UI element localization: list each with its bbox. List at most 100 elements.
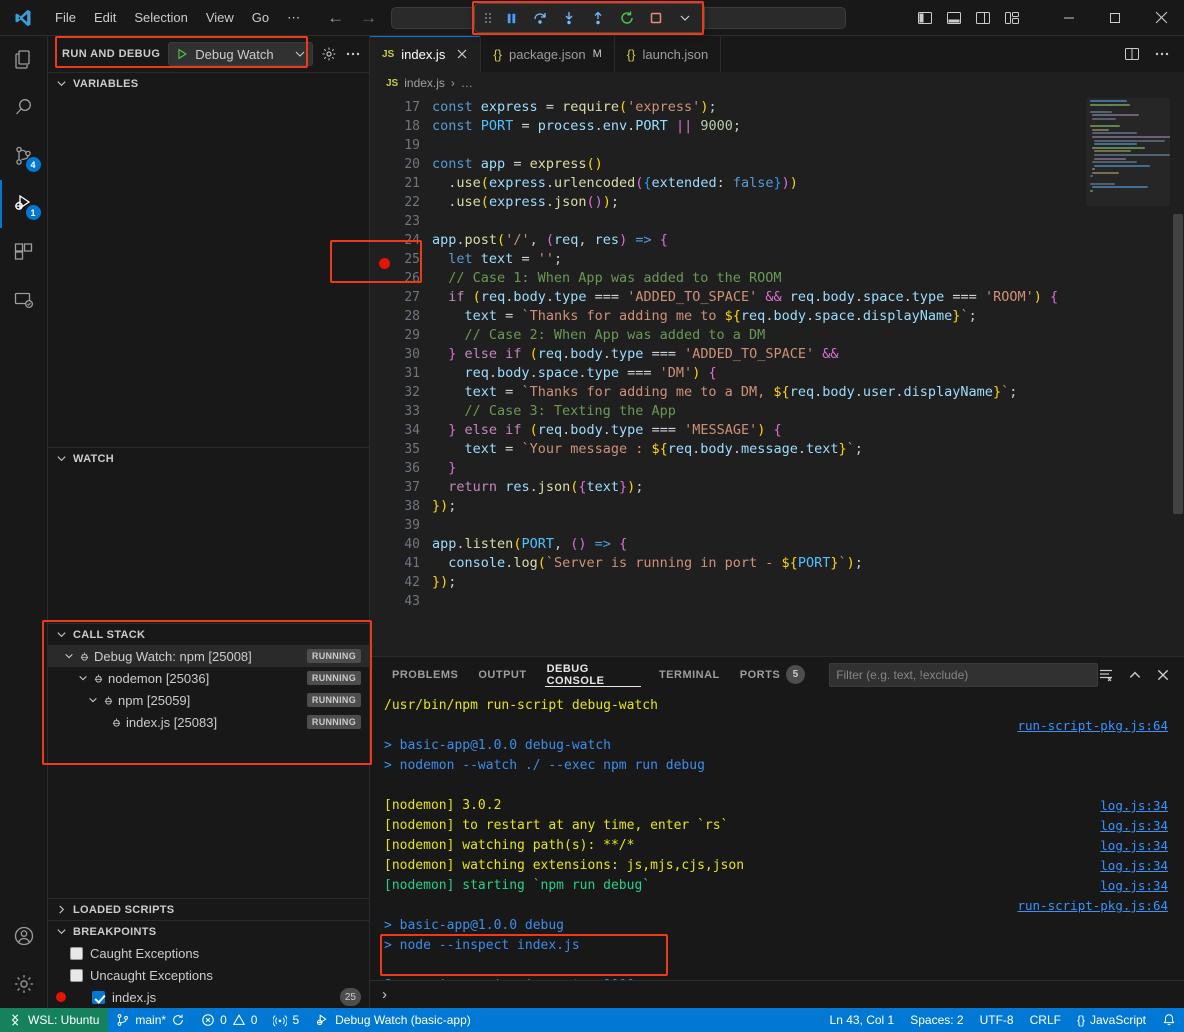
pane-header-callstack[interactable]: CALL STACK [48,623,369,645]
code-line[interactable]: text = `Thanks for adding me to ${req.bo… [432,307,1086,326]
maximize-button[interactable] [1092,0,1138,36]
status-indentation[interactable]: Spaces: 2 [902,1008,971,1032]
close-panel-icon[interactable] [1156,668,1170,682]
scrollbar-thumb[interactable] [1173,214,1183,514]
more-icon[interactable] [345,46,361,62]
source-link[interactable]: run-script-pkg.js:64 [1017,716,1168,736]
code-line[interactable]: let text = ''; [432,250,1086,269]
activity-accounts[interactable] [0,912,48,960]
line-number[interactable]: 40 [370,535,420,554]
source-link[interactable]: log.js:34 [1100,876,1168,896]
chevron-down-icon[interactable] [672,6,698,30]
code-line[interactable]: }); [432,497,1086,516]
clear-console-icon[interactable] [1098,667,1114,683]
code-line[interactable]: .use(express.json()); [432,193,1086,212]
activity-extensions[interactable] [0,228,48,276]
collapse-panel-icon[interactable] [1128,668,1142,682]
line-number[interactable]: 30 [370,345,420,364]
code-line[interactable] [432,516,1086,535]
line-number[interactable]: 39 [370,516,420,535]
code-line[interactable]: } else if (req.body.type === 'MESSAGE') … [432,421,1086,440]
code-line[interactable]: return res.json({text}); [432,478,1086,497]
line-number[interactable]: 36 [370,459,420,478]
code-line[interactable] [432,212,1086,231]
line-number[interactable]: 24 [370,231,420,250]
code-line[interactable]: } [432,459,1086,478]
tab-launch-json[interactable]: {} launch.json [615,36,721,72]
code-line[interactable]: }); [432,573,1086,592]
tab-index-js[interactable]: JS index.js [370,36,481,72]
tab-debug-console[interactable]: DEBUG CONSOLE [537,657,649,692]
breakpoint-row[interactable]: Uncaught Exceptions [48,964,369,986]
line-number-gutter[interactable]: 1718192021222324252627282930313233343536… [370,98,432,656]
status-branch[interactable]: main* [108,1008,193,1032]
line-number[interactable]: 37 [370,478,420,497]
code-line[interactable]: app.post('/', (req, res) => { [432,231,1086,250]
line-number[interactable]: 41 [370,554,420,573]
line-number[interactable]: 18 [370,117,420,136]
close-icon[interactable] [456,48,468,60]
line-number[interactable]: 28 [370,307,420,326]
menu-selection[interactable]: Selection [125,6,196,29]
chevron-down-icon[interactable] [294,48,306,60]
code-line[interactable]: app.listen(PORT, () => { [432,535,1086,554]
line-number[interactable]: 23 [370,212,420,231]
status-encoding[interactable]: UTF-8 [972,1008,1022,1032]
minimize-button[interactable] [1046,0,1092,36]
line-number[interactable]: 26 [370,269,420,288]
source-link[interactable]: index.js:41 [1085,976,1168,980]
code-editor[interactable]: 1718192021222324252627282930313233343536… [370,94,1184,656]
debug-toolbar[interactable] [474,3,705,33]
toggle-panel-icon[interactable] [946,10,962,26]
pane-header-watch[interactable]: WATCH [48,447,369,469]
code-line[interactable]: const PORT = process.env.PORT || 9000; [432,117,1086,136]
status-remote-host[interactable]: WSL: Ubuntu [0,1008,108,1032]
status-cursor-position[interactable]: Ln 43, Col 1 [822,1008,903,1032]
tab-terminal[interactable]: TERMINAL [649,657,730,692]
tab-output[interactable]: OUTPUT [468,657,536,692]
activity-explorer[interactable] [0,36,48,84]
tab-package-json[interactable]: {} package.json M [481,36,614,72]
breakpoint-row[interactable]: index.js 25 [48,986,369,1008]
code-line[interactable] [432,136,1086,155]
line-number[interactable]: 38 [370,497,420,516]
line-number[interactable]: 35 [370,440,420,459]
code-viewport[interactable]: 1718192021222324252627282930313233343536… [370,94,1184,656]
code-line[interactable]: // Case 2: When App was added to a DM [432,326,1086,345]
debug-console-output[interactable]: /usr/bin/npm run-script debug-watchrun-s… [370,692,1184,980]
more-icon[interactable] [1154,46,1170,62]
line-number[interactable]: 31 [370,364,420,383]
breakpoint-dot-icon[interactable] [379,258,390,269]
breakpoint-checkbox[interactable] [70,947,83,960]
filter-input[interactable]: Filter (e.g. text, !exclude) [829,663,1098,687]
stop-button[interactable] [643,6,669,30]
breadcrumb-file[interactable]: index.js [404,76,445,90]
code-line[interactable]: console.log(`Server is running in port -… [432,554,1086,573]
menu-bar[interactable]: File Edit Selection View Go ⋯ [46,6,309,30]
pane-header-variables[interactable]: VARIABLES [48,72,369,94]
code-line[interactable]: const app = express() [432,155,1086,174]
line-number[interactable]: 19 [370,136,420,155]
chevron-down-icon[interactable] [86,695,100,705]
activity-manage-settings[interactable] [0,960,48,1008]
chevron-down-icon[interactable] [62,651,76,661]
restart-button[interactable] [614,6,640,30]
callstack-row[interactable]: Debug Watch: npm [25008] RUNNING [48,645,369,667]
editor-scrollbar[interactable] [1170,94,1184,656]
step-into-button[interactable] [556,6,582,30]
line-number[interactable]: 21 [370,174,420,193]
toggle-primary-sidebar-icon[interactable] [917,10,933,26]
activity-run-and-debug[interactable]: 1 [0,180,48,228]
split-editor-icon[interactable] [1124,46,1140,62]
code-content[interactable]: const express = require('express');const… [432,98,1086,656]
pane-header-breakpoints[interactable]: BREAKPOINTS [48,920,369,942]
breakpoint-row[interactable]: Caught Exceptions [48,942,369,964]
source-link[interactable]: log.js:34 [1100,796,1168,816]
callstack-row[interactable]: index.js [25083] RUNNING [48,711,369,733]
source-link[interactable]: log.js:34 [1100,816,1168,836]
breadcrumb-tail[interactable]: … [461,76,473,90]
status-language-mode[interactable]: {} JavaScript [1069,1008,1154,1032]
menu-view[interactable]: View [197,6,243,29]
line-number[interactable]: 32 [370,383,420,402]
line-number[interactable]: 42 [370,573,420,592]
